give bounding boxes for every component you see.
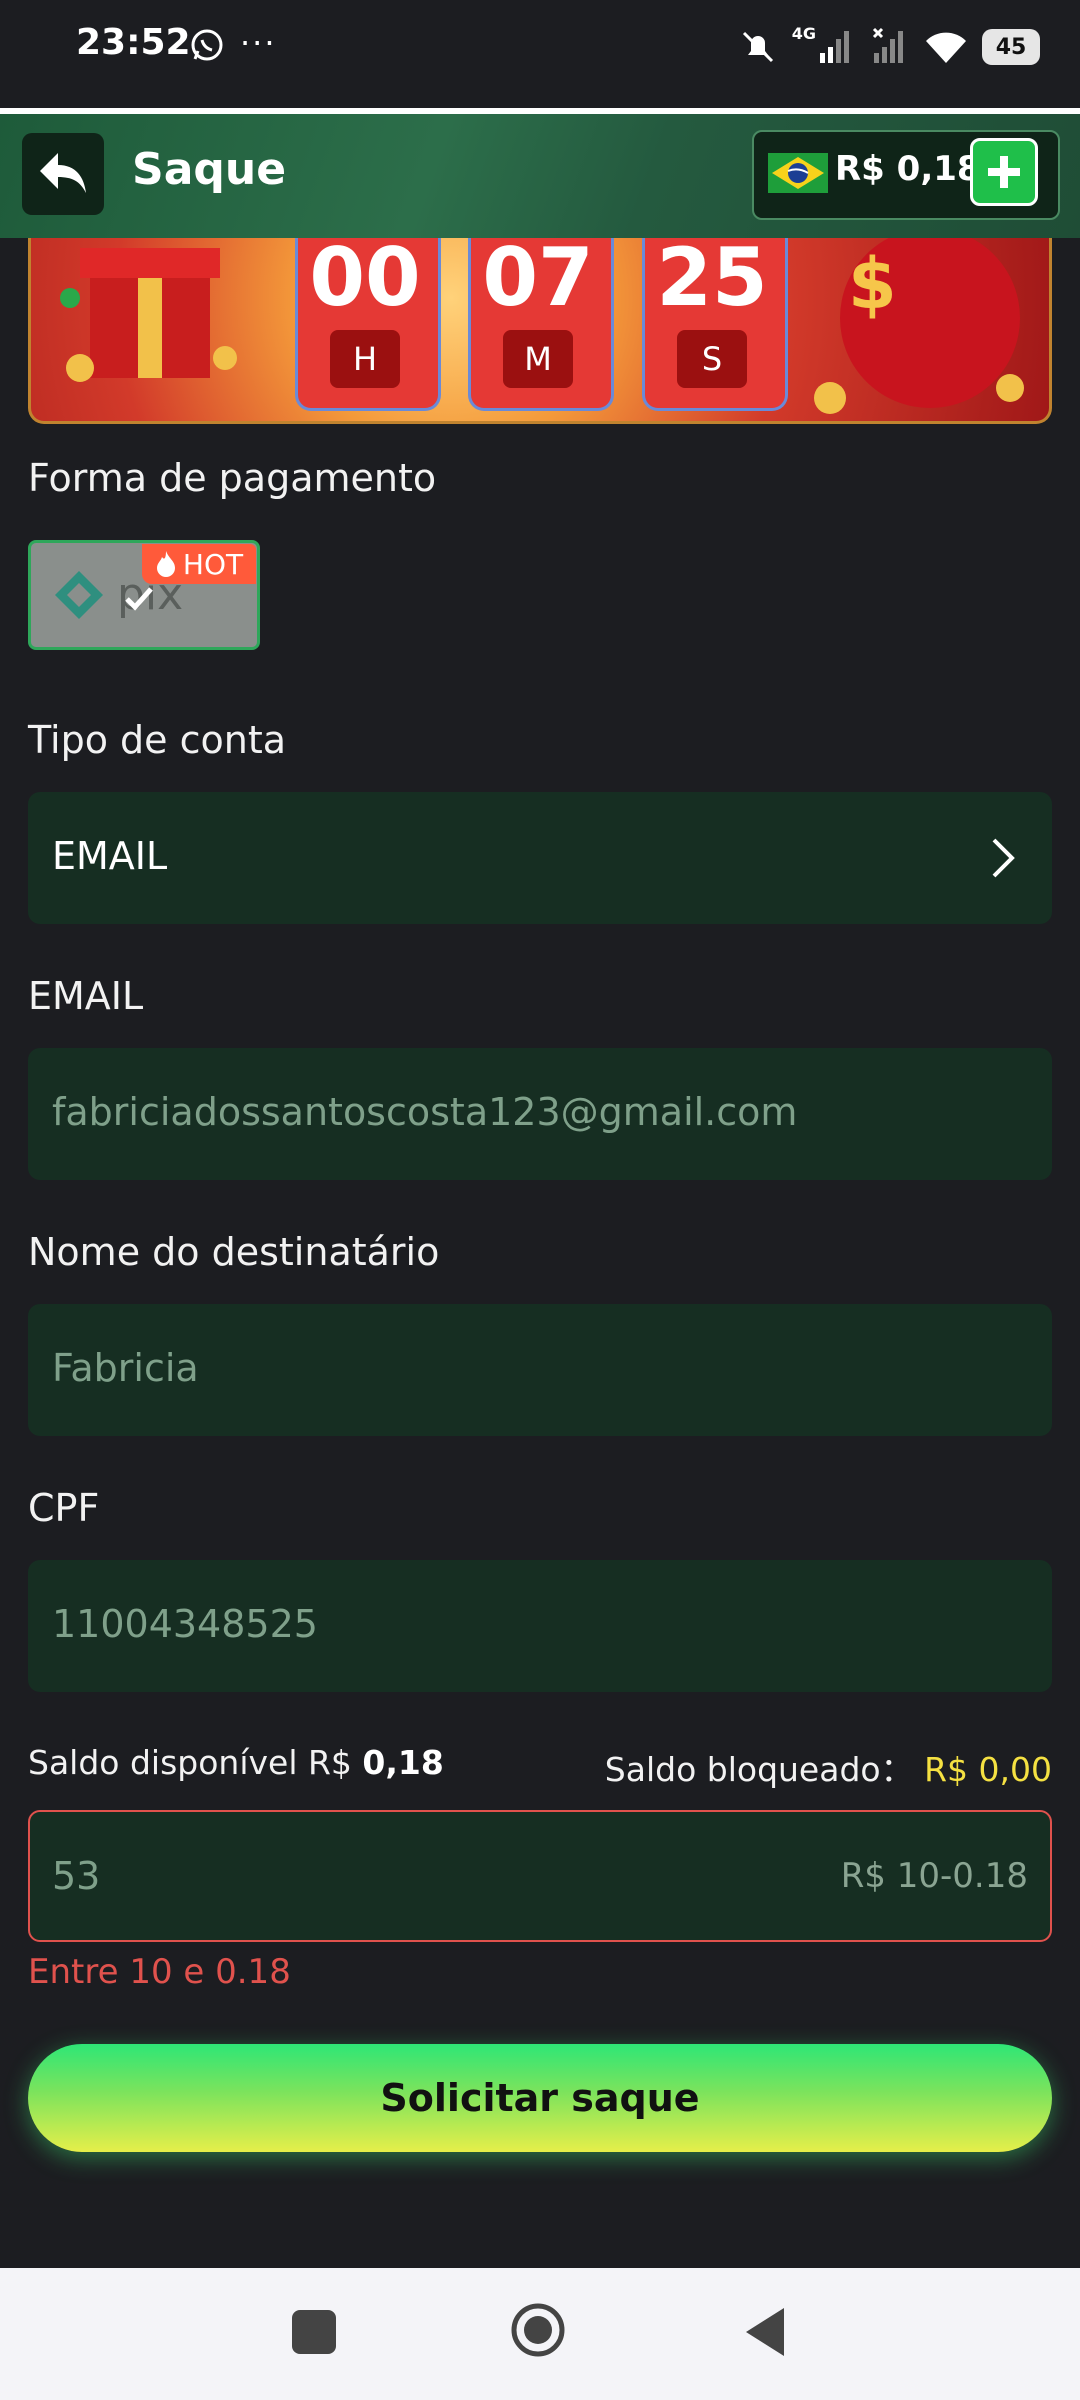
status-icons: 4G 45	[738, 22, 1040, 72]
available-balance-value: 0,18	[362, 1743, 444, 1782]
chevron-right-icon	[992, 838, 1015, 878]
account-type-value: EMAIL	[52, 834, 168, 878]
status-time: 23:52	[76, 22, 191, 63]
payment-method-label: Forma de pagamento	[28, 456, 437, 500]
network-type-label: 4G	[791, 24, 816, 43]
bell-off-icon	[742, 31, 773, 63]
recipient-name-value: Fabricia	[52, 1346, 199, 1390]
account-type-label: Tipo de conta	[28, 718, 287, 762]
back-button[interactable]	[22, 133, 104, 215]
available-balance-label: Saldo disponível R$	[28, 1743, 352, 1782]
battery-icon: 45	[982, 29, 1040, 65]
balance-value: R$ 0,18	[835, 149, 981, 189]
countdown-seconds-label: S	[677, 330, 747, 388]
cpf-value: 11004348525	[52, 1602, 318, 1646]
countdown-minutes-label: M	[503, 330, 573, 388]
whatsapp-icon	[191, 29, 223, 61]
countdown-hours-label: H	[330, 330, 400, 388]
signal-icon	[820, 31, 849, 63]
nav-back-button[interactable]	[742, 2304, 788, 2360]
request-withdrawal-button[interactable]: Solicitar saque	[28, 2044, 1052, 2152]
signal-no-service-icon	[872, 27, 903, 63]
account-type-select[interactable]	[28, 792, 1052, 924]
more-notifications-icon: ···	[240, 24, 277, 62]
svg-text:$: $	[848, 243, 897, 325]
wifi-icon	[926, 32, 966, 63]
countdown-minutes-value: 07	[482, 231, 594, 324]
plus-icon	[988, 156, 1020, 188]
withdraw-amount-error: Entre 10 e 0.18	[28, 1952, 291, 1992]
blocked-balance-value: R$ 0,00	[924, 1750, 1052, 1789]
recent-apps-button[interactable]	[292, 2310, 336, 2354]
flame-icon	[156, 551, 175, 577]
recipient-name-label: Nome do destinatário	[28, 1230, 440, 1274]
countdown-hours-value: 00	[309, 231, 421, 324]
blocked-balance: Saldo bloqueado： R$ 0,00	[605, 1743, 1052, 1791]
brazil-flag-icon	[768, 153, 828, 193]
available-balance: Saldo disponível R$ 0,18	[28, 1743, 444, 1782]
gift-box-icon	[60, 248, 237, 382]
money-bag-icon: $	[814, 238, 1024, 414]
email-label: EMAIL	[28, 974, 144, 1018]
cpf-label: CPF	[28, 1486, 100, 1530]
countdown-seconds-value: 25	[656, 231, 768, 324]
hot-badge-label: HOT	[182, 547, 244, 581]
withdraw-amount-range-hint: R$ 10-0.18	[840, 1856, 1028, 1896]
withdraw-amount-value: 53	[52, 1854, 101, 1898]
deposit-plus-button[interactable]	[970, 138, 1038, 206]
hot-badge: HOT	[142, 544, 256, 584]
email-value: fabriciadossantoscosta123@gmail.com	[52, 1090, 798, 1134]
home-button[interactable]	[510, 2302, 566, 2358]
page-title: Saque	[132, 144, 287, 195]
blocked-balance-label: Saldo bloqueado：	[604, 1750, 914, 1789]
back-arrow-icon	[40, 153, 86, 193]
